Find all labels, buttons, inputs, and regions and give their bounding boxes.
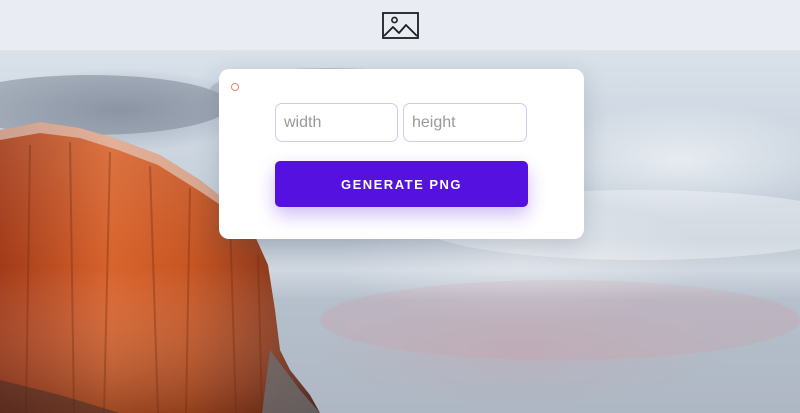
- height-input[interactable]: [403, 103, 527, 142]
- image-icon: [381, 11, 419, 39]
- circle-outline-icon: [231, 83, 239, 91]
- app-window: GENERATE PNG: [0, 0, 800, 413]
- png-generator-card: GENERATE PNG: [219, 69, 584, 239]
- top-bar: [0, 0, 800, 51]
- generate-png-button[interactable]: GENERATE PNG: [275, 161, 528, 207]
- width-input[interactable]: [275, 103, 398, 142]
